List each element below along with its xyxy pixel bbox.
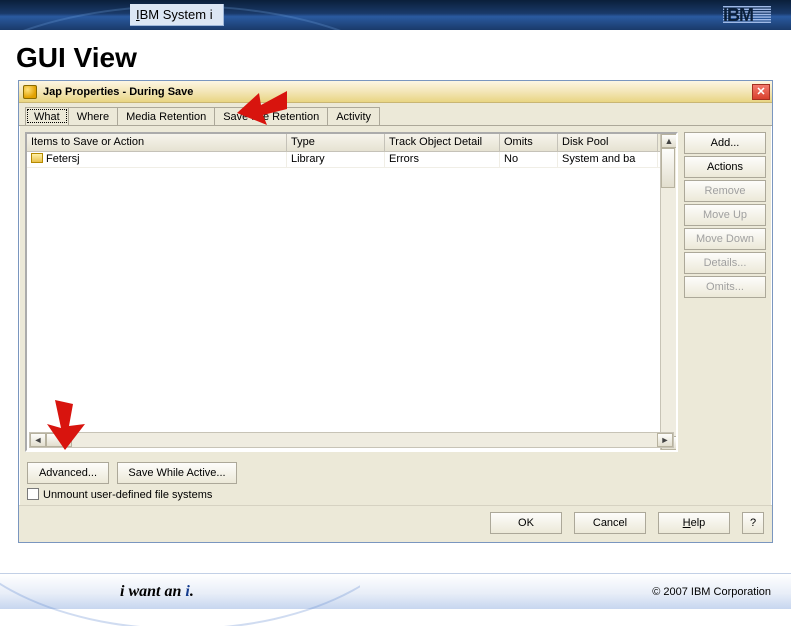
col-track[interactable]: Track Object Detail — [385, 134, 500, 151]
table-row[interactable]: Fetersj Library Errors No System and ba — [27, 152, 676, 168]
cancel-button[interactable]: Cancel — [574, 512, 646, 534]
tab-activity[interactable]: Activity — [327, 107, 380, 125]
svg-text:IBM: IBM — [723, 6, 753, 24]
titlebar: Jap Properties - During Save ✕ — [19, 81, 772, 103]
callout-arrow-icon — [47, 400, 87, 453]
advanced-button[interactable]: Advanced... — [27, 462, 109, 484]
callout-arrow-icon — [237, 91, 287, 128]
cell-pool: System and ba — [558, 152, 658, 167]
vertical-scrollbar[interactable]: ▲ ▼ — [660, 134, 676, 450]
save-while-active-button[interactable]: Save While Active... — [117, 462, 237, 484]
footer-bar: i want an i. © 2007 IBM Corporation — [0, 573, 791, 609]
cell-track: Errors — [385, 152, 500, 167]
properties-dialog: Jap Properties - During Save ✕ What Wher… — [18, 80, 773, 543]
details-button[interactable]: Details... — [684, 252, 766, 274]
tab-where[interactable]: Where — [68, 107, 118, 125]
actions-button[interactable]: Actions — [684, 156, 766, 178]
side-button-column: Add... Actions Remove Move Up Move Down … — [684, 132, 766, 452]
ibm-logo: IBM — [723, 6, 771, 24]
copyright-text: © 2007 IBM Corporation — [652, 586, 771, 598]
folder-icon — [31, 153, 43, 163]
horizontal-scrollbar[interactable]: ◄ ► — [29, 432, 674, 448]
add-button[interactable]: Add... — [684, 132, 766, 154]
ok-button[interactable]: OK — [490, 512, 562, 534]
tab-what[interactable]: What — [25, 107, 69, 125]
close-button[interactable]: ✕ — [752, 84, 770, 100]
cell-item: Fetersj — [27, 152, 287, 167]
remove-button[interactable]: Remove — [684, 180, 766, 202]
unmount-checkbox-label[interactable]: Unmount user-defined file systems — [27, 488, 212, 501]
cell-omits: No — [500, 152, 558, 167]
unmount-row: Unmount user-defined file systems — [19, 488, 772, 505]
content-area: Items to Save or Action Type Track Objec… — [19, 126, 772, 458]
cell-type: Library — [287, 152, 385, 167]
tab-media-retention[interactable]: Media Retention — [117, 107, 215, 125]
scroll-up-icon[interactable]: ▲ — [661, 134, 677, 148]
tab-strip: What Where Media Retention Save File Ret… — [19, 103, 772, 126]
v-scroll-track[interactable] — [661, 148, 676, 436]
page-title: GUI View — [0, 30, 791, 80]
col-type[interactable]: Type — [287, 134, 385, 151]
top-header: IBM System i IBM — [0, 0, 791, 30]
dialog-button-row: OK Cancel Help ? — [19, 505, 772, 542]
scroll-left-icon[interactable]: ◄ — [30, 433, 46, 447]
omits-button[interactable]: Omits... — [684, 276, 766, 298]
dialog-title: Jap Properties - During Save — [43, 86, 193, 98]
v-scroll-thumb[interactable] — [661, 148, 675, 188]
help-button[interactable]: Help — [658, 512, 730, 534]
col-items[interactable]: Items to Save or Action — [27, 134, 287, 151]
unmount-checkbox[interactable] — [27, 488, 39, 500]
app-icon — [23, 85, 37, 99]
close-icon: ✕ — [756, 85, 765, 98]
move-down-button[interactable]: Move Down — [684, 228, 766, 250]
bottom-controls: Advanced... Save While Active... — [19, 458, 772, 488]
items-table: Items to Save or Action Type Track Objec… — [25, 132, 678, 452]
decorative-curve — [0, 566, 360, 626]
scroll-right-icon[interactable]: ► — [657, 433, 673, 447]
col-disk-pool[interactable]: Disk Pool — [558, 134, 658, 151]
col-omits[interactable]: Omits — [500, 134, 558, 151]
move-up-button[interactable]: Move Up — [684, 204, 766, 226]
h-scroll-track[interactable] — [46, 433, 657, 447]
table-header: Items to Save or Action Type Track Objec… — [27, 134, 676, 152]
context-help-button[interactable]: ? — [742, 512, 764, 534]
product-title: IBM System i — [130, 4, 224, 26]
